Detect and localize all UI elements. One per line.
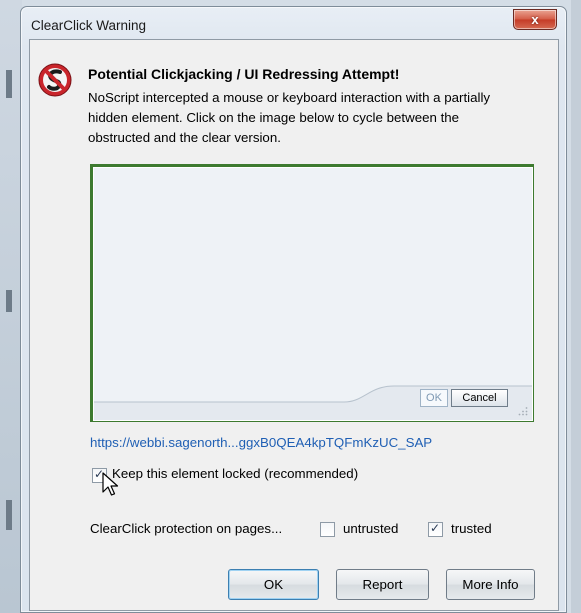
background-app-strip-right [571,0,581,613]
preview-cancel-button: Cancel [451,389,508,407]
preview-ok-button: OK [420,389,448,407]
preview-image: OK Cancel [93,167,533,421]
background-mark [6,70,12,98]
untrusted-label[interactable]: untrusted [343,521,398,536]
close-button[interactable]: x [513,9,557,30]
ok-button[interactable]: OK [228,569,319,600]
close-icon: x [531,12,539,27]
noscript-logo-icon [38,63,72,97]
background-mark [6,500,12,530]
target-url-link[interactable]: https://webbi.sagenorth...ggxB0QEA4kpTQF… [90,435,540,450]
untrusted-checkbox[interactable] [320,522,335,537]
warning-heading: Potential Clickjacking / UI Redressing A… [88,66,400,82]
dialog-title: ClearClick Warning [31,18,147,33]
report-button[interactable]: Report [336,569,429,600]
checkmark-icon: ✓ [430,521,441,535]
title-bar[interactable]: ClearClick Warning x [21,7,566,37]
clearclick-dialog: ClearClick Warning x Potential Clickjack… [20,6,567,613]
warning-description: NoScript intercepted a mouse or keyboard… [88,90,491,145]
background-app-strip [0,0,22,613]
resize-grip-icon [518,407,528,416]
keep-locked-label[interactable]: Keep this element locked (recommended) [112,466,358,481]
protection-label: ClearClick protection on pages... [90,521,283,536]
trusted-checkbox[interactable]: ✓ [428,521,443,537]
dialog-body: Potential Clickjacking / UI Redressing A… [29,39,559,611]
more-info-button[interactable]: More Info [446,569,535,600]
obstructed-element-preview[interactable]: OK Cancel [90,164,534,422]
trusted-label[interactable]: trusted [451,521,492,536]
mouse-cursor-icon [102,472,119,496]
background-mark [6,290,12,312]
